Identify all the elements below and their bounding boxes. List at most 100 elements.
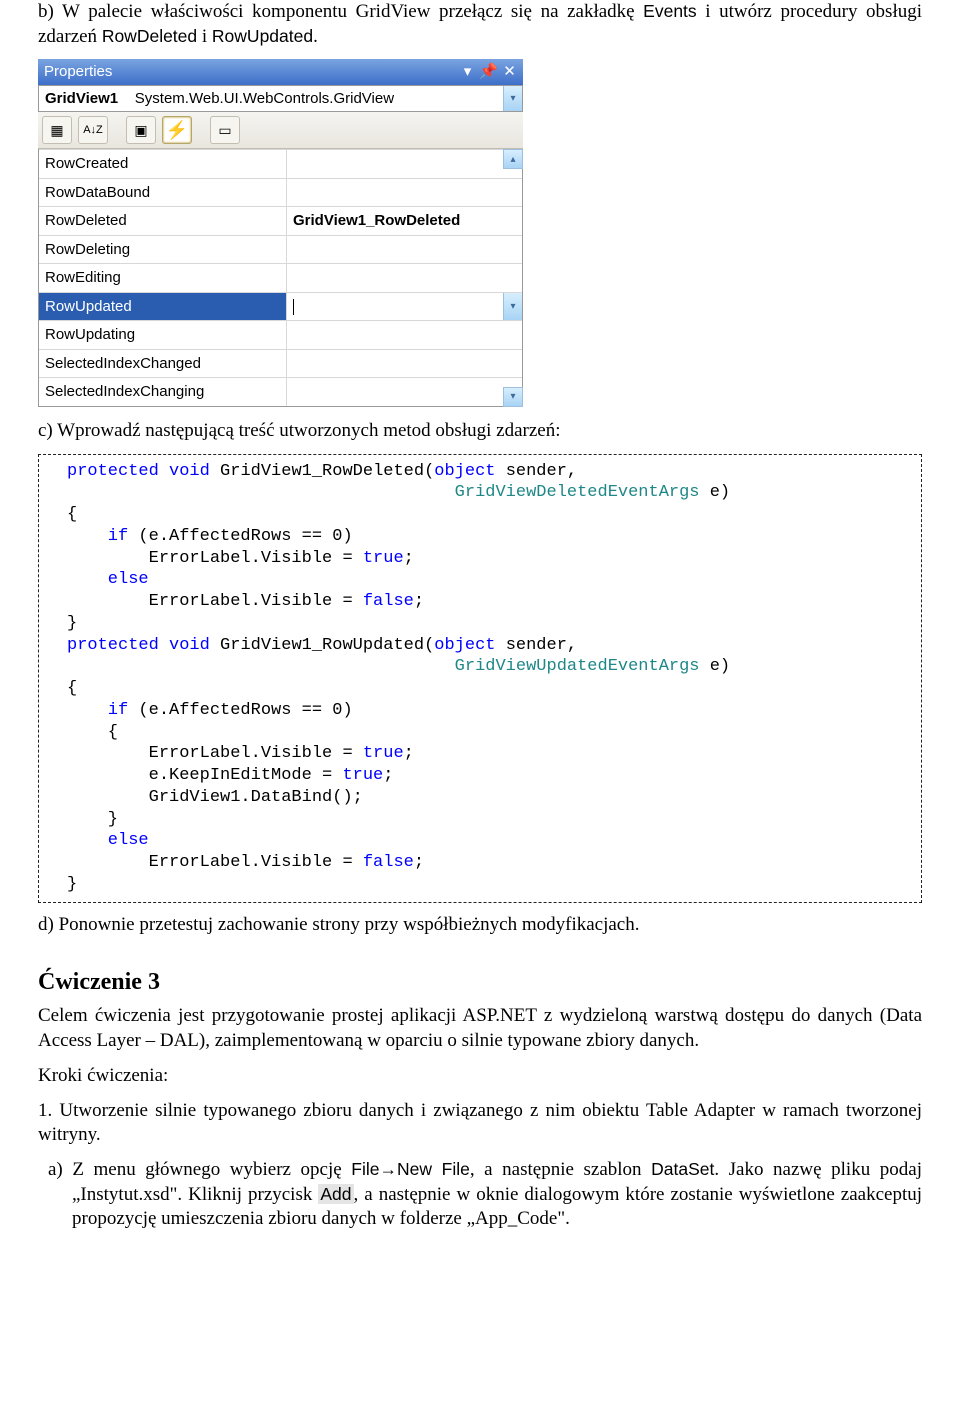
- code-text: (e.AffectedRows == 0): [128, 527, 352, 546]
- para-d: d) Ponownie przetestuj zachowanie strony…: [38, 913, 922, 938]
- property-row-selected[interactable]: RowUpdated ▾: [39, 292, 522, 321]
- code-text: e): [700, 657, 731, 676]
- events-word: Events: [643, 1, 697, 21]
- type: GridViewDeletedEventArgs: [455, 483, 700, 502]
- kw: protected: [67, 462, 159, 481]
- para-b-and: i: [197, 26, 212, 47]
- events-button[interactable]: ⚡: [162, 116, 192, 144]
- code-text: ErrorLabel.Visible =: [67, 744, 363, 763]
- object-type: System.Web.UI.WebControls.GridView: [135, 90, 394, 107]
- scroll-up-icon[interactable]: ▴: [503, 149, 523, 169]
- rowdeleted-word: RowDeleted: [102, 26, 197, 46]
- kw: protected: [67, 636, 159, 655]
- ex3-p2: Kroki ćwiczenia:: [38, 1064, 922, 1089]
- code-text: {: [67, 679, 77, 698]
- alphabetical-button[interactable]: A↓Z: [78, 116, 108, 144]
- code-text: GridView1_RowUpdated(: [210, 636, 434, 655]
- property-value[interactable]: [287, 321, 522, 349]
- kw: true: [363, 744, 404, 763]
- code-text: ErrorLabel.Visible =: [67, 592, 363, 611]
- property-value[interactable]: [287, 350, 522, 378]
- chevron-down-icon[interactable]: ▾: [460, 65, 475, 80]
- code-text: ErrorLabel.Visible =: [67, 549, 363, 568]
- code-text: }: [67, 614, 77, 633]
- kw: true: [342, 766, 383, 785]
- code-text: ;: [414, 853, 424, 872]
- property-name: SelectedIndexChanged: [39, 350, 287, 378]
- property-name: RowDeleting: [39, 236, 287, 264]
- property-name: RowUpdating: [39, 321, 287, 349]
- ex3-a: a) Z menu głównego wybierz opcję File→Ne…: [72, 1158, 922, 1232]
- properties-panel: Properties ▾ 📌 ✕ GridView1 System.Web.UI…: [38, 59, 523, 407]
- property-value-text: GridView1_RowDeleted: [293, 211, 460, 231]
- properties-button[interactable]: ▣: [126, 116, 156, 144]
- property-row[interactable]: SelectedIndexChanged: [39, 349, 522, 378]
- code-text: ErrorLabel.Visible =: [67, 853, 363, 872]
- property-name: RowCreated: [39, 150, 287, 178]
- property-value[interactable]: [287, 264, 522, 292]
- para-b-prefix: b) W palecie właściwości komponentu Grid…: [38, 1, 643, 22]
- property-name: RowDeleted: [39, 207, 287, 235]
- code-text: }: [67, 875, 77, 894]
- properties-grid: RowCreated RowDataBound RowDeleted GridV…: [38, 149, 523, 407]
- code-text: {: [67, 723, 118, 742]
- para-b-end: .: [313, 26, 318, 47]
- code-text: {: [67, 505, 77, 524]
- object-name: GridView1: [45, 90, 118, 107]
- property-row[interactable]: RowDeleting: [39, 235, 522, 264]
- property-row[interactable]: RowEditing: [39, 263, 522, 292]
- type: GridViewUpdatedEventArgs: [455, 657, 700, 676]
- scroll-down-icon[interactable]: ▾: [503, 387, 523, 407]
- property-row[interactable]: RowUpdating: [39, 320, 522, 349]
- ex3-a-pre: a) Z menu głównego wybierz opcję: [48, 1159, 351, 1180]
- pin-icon[interactable]: 📌: [481, 65, 496, 80]
- exercise-3-heading: Ćwiczenie 3: [38, 967, 922, 998]
- code-block: protected void GridView1_RowDeleted(obje…: [38, 454, 922, 903]
- kw: else: [67, 831, 149, 850]
- property-value[interactable]: [287, 236, 522, 264]
- kw: if: [67, 701, 128, 720]
- code-text: sender,: [496, 462, 578, 481]
- code-text: ;: [414, 592, 424, 611]
- kw: true: [363, 549, 404, 568]
- text-cursor: [293, 299, 294, 315]
- kw: void: [159, 636, 210, 655]
- dropdown-icon[interactable]: ▾: [503, 86, 522, 112]
- categorized-button[interactable]: ▦: [42, 116, 72, 144]
- code-text: }: [67, 810, 118, 829]
- property-name: RowDataBound: [39, 179, 287, 207]
- ex3-a-mid1: , a następnie szablon: [470, 1159, 651, 1180]
- code-text: ;: [404, 549, 414, 568]
- object-selector[interactable]: GridView1 System.Web.UI.WebControls.Grid…: [38, 85, 523, 113]
- property-name: SelectedIndexChanging: [39, 378, 287, 406]
- property-value[interactable]: [287, 150, 522, 178]
- code-text: GridView1_RowDeleted(: [210, 462, 434, 481]
- code-text: sender,: [496, 636, 578, 655]
- dropdown-icon[interactable]: ▾: [503, 293, 522, 321]
- code-text: GridView1.DataBind();: [67, 788, 363, 807]
- property-value[interactable]: [287, 378, 522, 406]
- property-row[interactable]: SelectedIndexChanging: [39, 377, 522, 406]
- properties-toolbar: ▦ A↓Z ▣ ⚡ ▭: [38, 112, 523, 149]
- properties-title: Properties: [44, 62, 112, 82]
- code-text: ;: [383, 766, 393, 785]
- code-text: (e.AffectedRows == 0): [128, 701, 352, 720]
- ex3-p3: 1. Utworzenie silnie typowanego zbioru d…: [38, 1099, 922, 1148]
- dataset-template: DataSet: [651, 1159, 714, 1179]
- property-name: RowEditing: [39, 264, 287, 292]
- property-row[interactable]: RowCreated: [39, 149, 522, 178]
- property-value[interactable]: GridView1_RowDeleted: [287, 207, 522, 235]
- kw: false: [363, 853, 414, 872]
- property-pages-button[interactable]: ▭: [210, 116, 240, 144]
- ex3-p1: Celem ćwiczenia jest przygotowanie prost…: [38, 1004, 922, 1053]
- close-icon[interactable]: ✕: [502, 65, 517, 80]
- kw: void: [159, 462, 210, 481]
- add-button-label: Add: [318, 1184, 353, 1204]
- kw: false: [363, 592, 414, 611]
- property-value[interactable]: ▾: [287, 293, 522, 321]
- property-value[interactable]: [287, 179, 522, 207]
- property-row[interactable]: RowDataBound: [39, 178, 522, 207]
- property-row[interactable]: RowDeleted GridView1_RowDeleted: [39, 206, 522, 235]
- properties-titlebar: Properties ▾ 📌 ✕: [38, 59, 523, 85]
- kw: if: [67, 527, 128, 546]
